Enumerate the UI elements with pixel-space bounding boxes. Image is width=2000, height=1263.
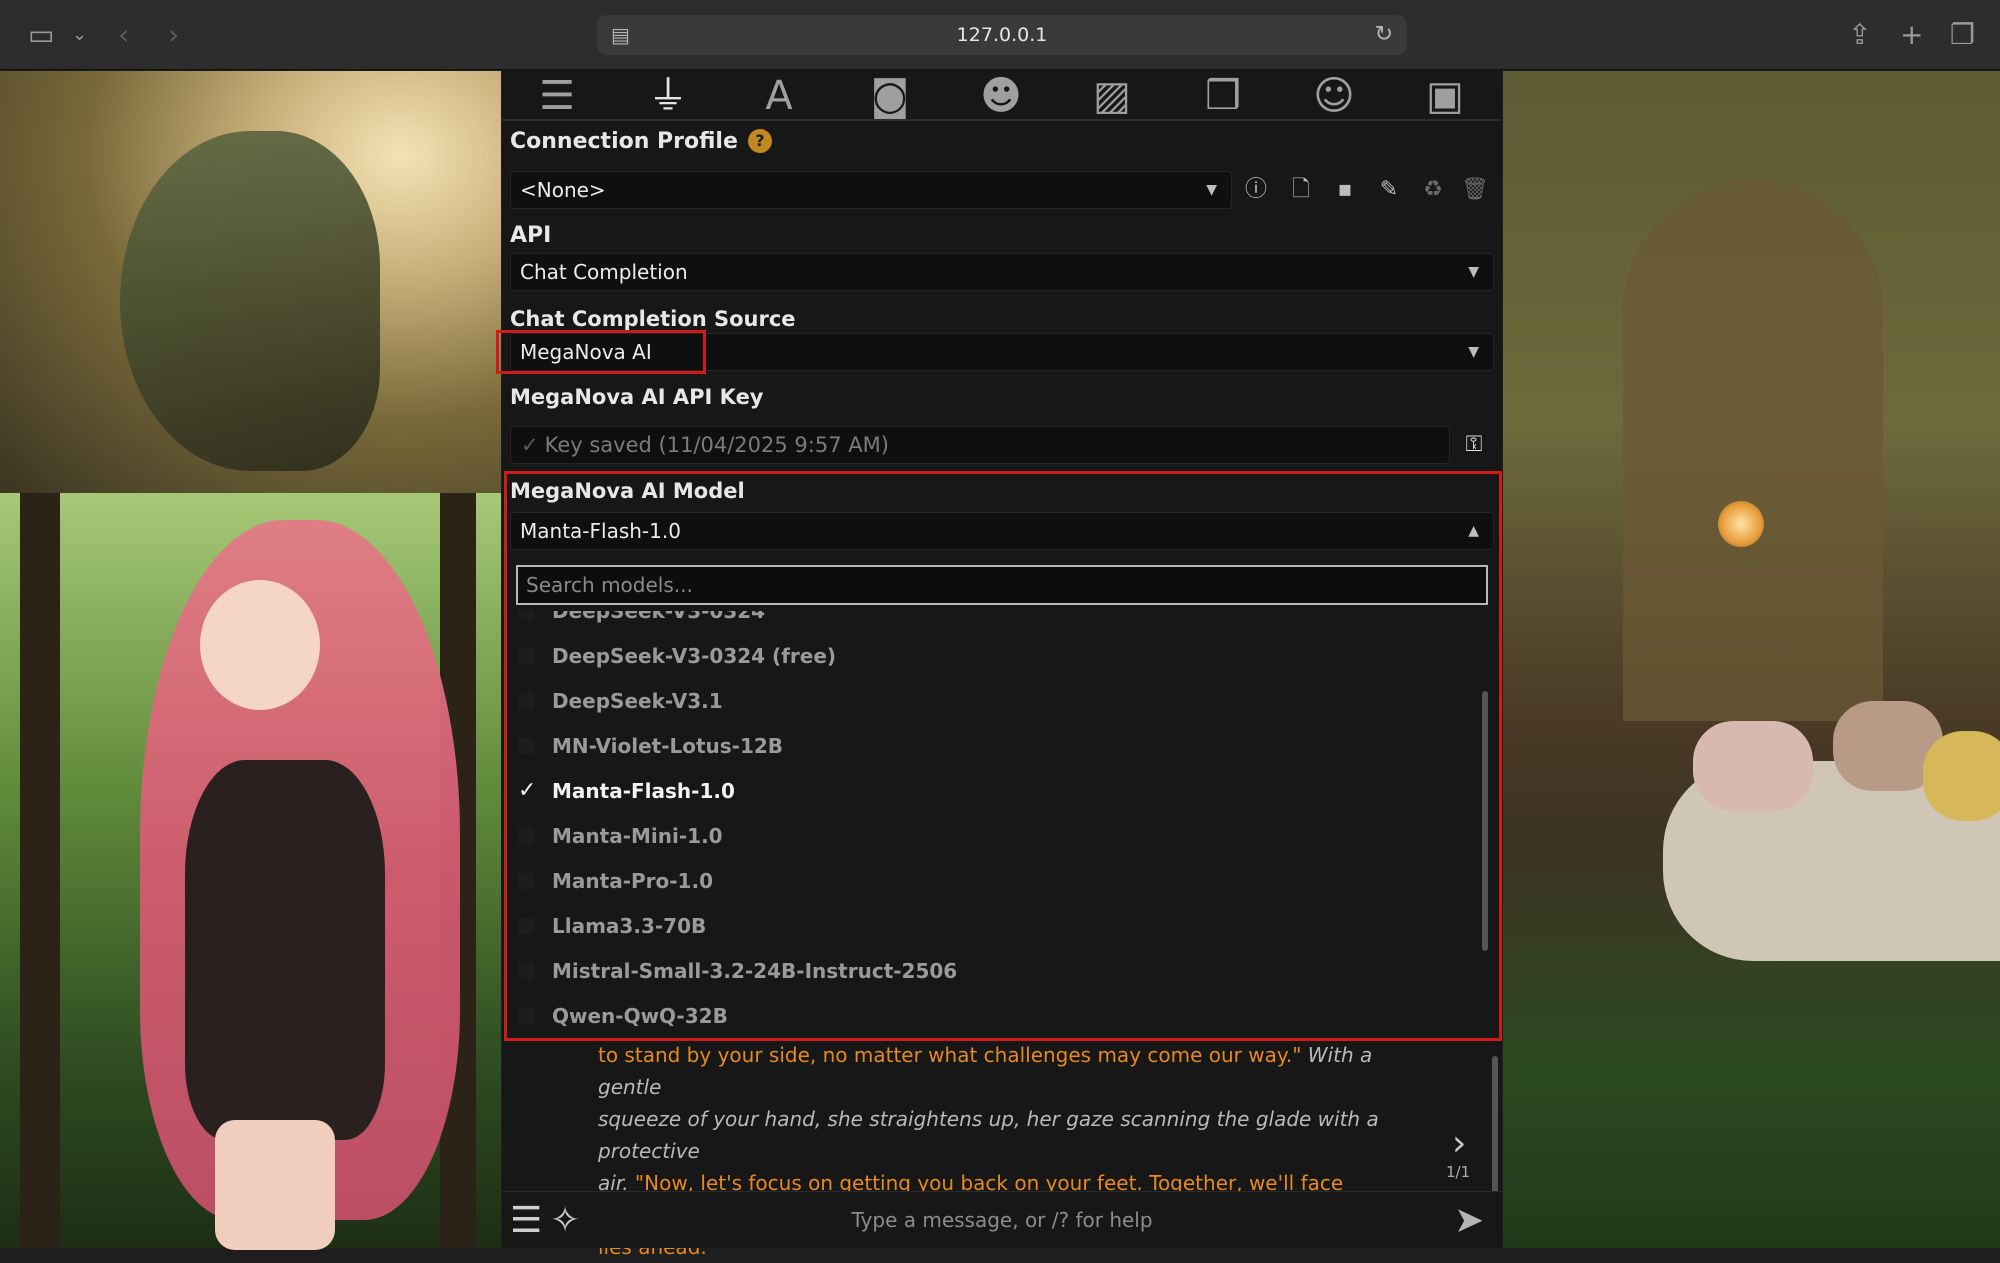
url-text: 127.0.0.1	[956, 24, 1048, 46]
message-composer: ☰ ✧ Type a message, or /? for help ➤	[502, 1191, 1502, 1248]
background-image-icon[interactable]: ▨	[1077, 71, 1147, 121]
model-option[interactable]: Mistral-Small-3.2-24B-Instruct-2506	[510, 949, 1470, 993]
checkbox-icon	[518, 611, 534, 619]
swipe-counter: 1/1	[1446, 1163, 1471, 1181]
reload-profile-icon[interactable]: ♻	[1414, 171, 1452, 209]
edit-icon[interactable]: ✎	[1370, 171, 1408, 209]
info-icon[interactable]: ⓘ	[1237, 171, 1275, 209]
api-key-title: MegaNova AI API Key	[510, 385, 764, 409]
chevron-down-icon: ▼	[1468, 264, 1479, 280]
forward-icon[interactable]: ›	[168, 0, 179, 70]
chevron-up-icon: ▲	[1468, 523, 1479, 539]
plug-icon[interactable]: ⏚	[633, 71, 703, 121]
back-icon[interactable]: ‹	[118, 0, 129, 70]
checkbox-icon	[518, 1008, 534, 1024]
new-tab-icon[interactable]: +	[1900, 0, 1923, 70]
connection-profile-select[interactable]: <None> ▼	[510, 171, 1232, 209]
top-navbar: ☰ ⏚ A ◙ ☻ ▨ ❒ ☺ ▣	[502, 71, 1502, 121]
character-card-icon[interactable]: ▣	[1410, 71, 1480, 121]
model-dropdown-list: DeepSeek-V3-0324 DeepSeek-V3-0324 (free)…	[510, 611, 1480, 1105]
connection-profile-title: Connection Profile?	[510, 129, 772, 154]
model-option[interactable]: DeepSeek-V3-0324	[510, 611, 1470, 633]
character-legs	[215, 1120, 335, 1250]
model-select[interactable]: Manta-Flash-1.0 ▲	[510, 512, 1494, 550]
magic-wand-icon[interactable]: ✧	[550, 1192, 580, 1249]
model-option[interactable]: Manta-Mini-1.0	[510, 814, 1470, 858]
delete-icon[interactable]: 🗑	[1456, 171, 1494, 209]
model-title: MegaNova AI Model	[510, 479, 745, 503]
font-icon[interactable]: A	[744, 71, 814, 121]
save-icon[interactable]: ▪	[1326, 171, 1364, 209]
chat-completion-source-title: Chat Completion Source	[510, 307, 796, 331]
checkbox-icon	[518, 918, 534, 934]
model-option-selected[interactable]: ✓ Manta-Flash-1.0	[510, 769, 1470, 813]
help-icon[interactable]: ?	[747, 129, 772, 153]
checkbox-icon	[518, 648, 534, 664]
model-option[interactable]: DeepSeek-V3-0324 (free)	[510, 634, 1470, 678]
checkmark-icon: ✓	[521, 433, 539, 457]
model-option[interactable]: DeepSeek-V3.1	[510, 679, 1470, 723]
model-option[interactable]: Manta-Pro-1.0	[510, 859, 1470, 903]
character-face	[200, 580, 320, 710]
site-info-icon[interactable]: ▤	[611, 15, 630, 55]
model-option[interactable]: Qwen-QwQ-32B	[510, 994, 1470, 1038]
sidebar-toggle-icon[interactable]: ▭	[28, 0, 54, 70]
model-search-input[interactable]: Search models...	[516, 565, 1488, 605]
checkbox-icon	[518, 828, 534, 844]
address-bar[interactable]: ▤ 127.0.0.1 ↻	[597, 15, 1407, 55]
new-profile-icon[interactable]: 🗋	[1282, 171, 1320, 209]
background-forest-image	[0, 71, 501, 493]
character-dress	[185, 760, 385, 1140]
world-book-icon[interactable]: ◙	[855, 71, 925, 121]
reload-icon[interactable]: ↻	[1375, 15, 1393, 55]
message-input[interactable]: Type a message, or /? for help	[592, 1192, 1412, 1249]
background-room-image	[1503, 71, 2000, 1248]
chevron-down-icon[interactable]: ⌄	[72, 0, 87, 70]
browser-titlebar: ▭ ⌄ ‹ › ▤ 127.0.0.1 ↻ ⇪ + ❐	[0, 0, 2000, 70]
persona-icon[interactable]: ☺	[1299, 71, 1369, 121]
api-title: API	[510, 223, 552, 248]
chevron-down-icon: ▼	[1206, 182, 1217, 198]
sliders-icon[interactable]: ☰	[522, 71, 592, 121]
share-icon[interactable]: ⇪	[1848, 0, 1871, 70]
options-menu-icon[interactable]: ☰	[510, 1192, 542, 1249]
api-select[interactable]: Chat Completion ▼	[510, 253, 1494, 291]
source-highlight-box	[496, 330, 706, 374]
swipe-right-icon[interactable]: ›	[1452, 1123, 1466, 1164]
api-connections-panel: ☰ ⏚ A ◙ ☻ ▨ ❒ ☺ ▣ Connection Profile? <N…	[496, 71, 1502, 1259]
tab-overview-icon[interactable]: ❐	[1950, 0, 1975, 70]
model-option[interactable]: MN-Violet-Lotus-12B	[510, 724, 1470, 768]
model-list-scrollbar[interactable]	[1482, 691, 1488, 951]
model-option[interactable]: Llama3.3-70B	[510, 904, 1470, 948]
chevron-down-icon: ▼	[1468, 344, 1479, 360]
checkbox-icon	[518, 738, 534, 754]
checkbox-icon	[518, 963, 534, 979]
user-settings-icon[interactable]: ☻	[966, 71, 1036, 121]
key-icon[interactable]: ⚿	[1455, 426, 1493, 464]
extensions-icon[interactable]: ❒	[1188, 71, 1258, 121]
checkbox-icon	[518, 693, 534, 709]
checkbox-icon	[518, 873, 534, 889]
check-icon: ✓	[518, 778, 537, 803]
send-icon[interactable]: ➤	[1454, 1192, 1484, 1249]
api-key-input[interactable]: ✓ Key saved (11/04/2025 9:57 AM)	[510, 426, 1450, 464]
